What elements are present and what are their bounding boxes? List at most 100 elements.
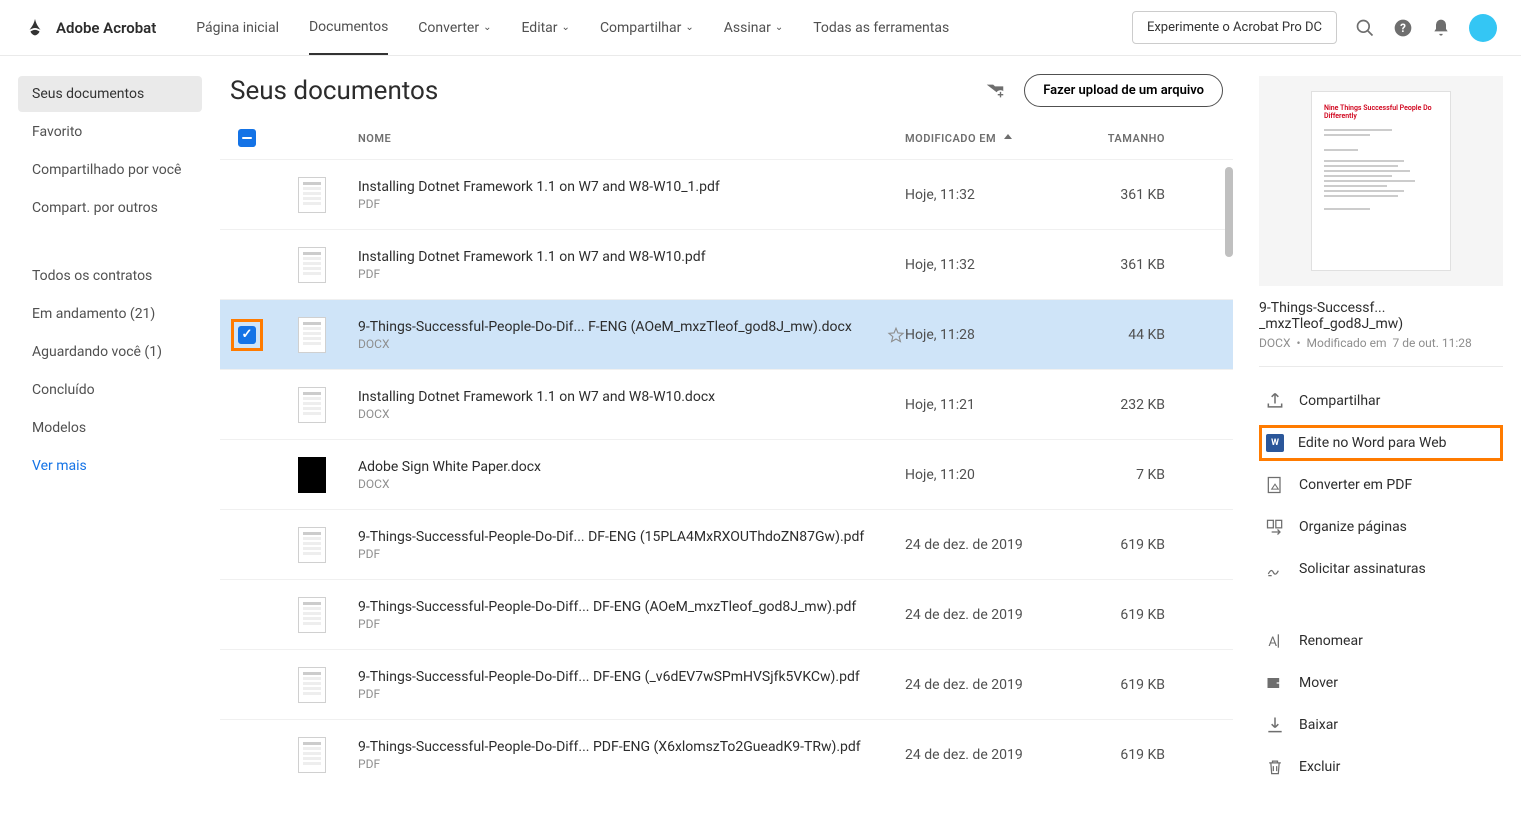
action-request-signatures[interactable]: Solicitar assinaturas — [1259, 551, 1503, 587]
action-delete[interactable]: Excluir — [1259, 749, 1503, 785]
pdf-icon — [1265, 475, 1285, 495]
svg-text:?: ? — [1400, 21, 1406, 35]
file-date: Hoje, 11:32 — [905, 187, 1105, 203]
file-name: 9-Things-Successful-People-Do-Dif... F-E… — [358, 319, 877, 335]
table-row[interactable]: 9-Things-Successful-People-Do-Dif... DF-… — [220, 509, 1233, 579]
table-row[interactable]: Installing Dotnet Framework 1.1 on W7 an… — [220, 159, 1233, 229]
file-ext: PDF — [358, 757, 905, 771]
file-size: 232 KB — [1105, 397, 1215, 413]
table-row[interactable]: 9-Things-Successful-People-Do-Diff... DF… — [220, 649, 1233, 719]
action-rename[interactable]: A Renomear — [1259, 623, 1503, 659]
file-size: 44 KB — [1105, 327, 1215, 343]
sidebar-completed[interactable]: Concluído — [18, 372, 202, 408]
sidebar-in-progress[interactable]: Em andamento (21) — [18, 296, 202, 332]
table-header: NOME MODIFICADO EM TAMANHO — [220, 119, 1233, 159]
file-size: 619 KB — [1105, 677, 1215, 693]
sidebar-shared-by-others[interactable]: Compart. por outros — [18, 190, 202, 226]
file-date: 24 de dez. de 2019 — [905, 537, 1105, 553]
topnav-right: Experimente o Acrobat Pro DC ? — [1132, 11, 1497, 44]
action-move[interactable]: Mover — [1259, 665, 1503, 701]
select-all-cell — [238, 129, 298, 147]
word-icon: W — [1266, 434, 1284, 452]
action-download[interactable]: Baixar — [1259, 707, 1503, 743]
file-name: Installing Dotnet Framework 1.1 on W7 an… — [358, 249, 905, 265]
file-name: Adobe Sign White Paper.docx — [358, 459, 905, 475]
file-ext: PDF — [358, 267, 905, 281]
brand-text: Adobe Acrobat — [56, 19, 156, 37]
action-share[interactable]: Compartilhar — [1259, 383, 1503, 419]
sidebar-templates[interactable]: Modelos — [18, 410, 202, 446]
action-convert-pdf[interactable]: Converter em PDF — [1259, 467, 1503, 503]
col-size[interactable]: TAMANHO — [1105, 132, 1215, 145]
nav-tabs: Página inicial Documentos Converter⌄ Edi… — [196, 1, 1132, 55]
action-edit-word[interactable]: W Edite no Word para Web — [1259, 425, 1503, 461]
preview-document: Nine Things Successful People Do Differe… — [1311, 91, 1451, 271]
nav-sign[interactable]: Assinar⌄ — [724, 1, 783, 55]
chevron-down-icon: ⌄ — [775, 22, 783, 33]
detail-panel: Nine Things Successful People Do Differe… — [1241, 56, 1521, 805]
page-title: Seus documentos — [230, 76, 438, 106]
table-rows: Installing Dotnet Framework 1.1 on W7 an… — [220, 159, 1233, 789]
nav-edit[interactable]: Editar⌄ — [521, 1, 569, 55]
col-modified[interactable]: MODIFICADO EM — [905, 132, 1105, 145]
star-icon[interactable] — [887, 326, 905, 344]
bell-icon[interactable] — [1431, 18, 1451, 38]
file-name: Installing Dotnet Framework 1.1 on W7 an… — [358, 389, 905, 405]
sidebar-see-more[interactable]: Ver mais — [18, 448, 202, 484]
trash-icon — [1265, 757, 1285, 777]
svg-text:A: A — [1268, 635, 1277, 650]
search-icon[interactable] — [1355, 18, 1375, 38]
file-thumbnail-icon — [298, 387, 326, 423]
sidebar-shared-by-you[interactable]: Compartilhado por você — [18, 152, 202, 188]
file-ext: PDF — [358, 547, 905, 561]
logo-section: Adobe Acrobat — [24, 17, 156, 39]
file-date: 24 de dez. de 2019 — [905, 607, 1105, 623]
chevron-down-icon: ⌄ — [562, 22, 570, 33]
nav-home[interactable]: Página inicial — [196, 1, 279, 55]
table-row[interactable]: Installing Dotnet Framework 1.1 on W7 an… — [220, 369, 1233, 439]
move-icon — [1265, 673, 1285, 693]
new-folder-icon[interactable] — [984, 80, 1006, 102]
main-content: Seus documentos Fazer upload de um arqui… — [220, 56, 1241, 805]
table-row[interactable]: Adobe Sign White Paper.docxDOCX Hoje, 11… — [220, 439, 1233, 509]
col-name[interactable]: NOME — [358, 132, 905, 145]
sidebar-all-contracts[interactable]: Todos os contratos — [18, 258, 202, 294]
file-size: 619 KB — [1105, 747, 1215, 763]
scrollbar[interactable] — [1225, 167, 1233, 257]
file-thumbnail-icon — [298, 527, 326, 563]
rename-icon: A — [1265, 631, 1285, 651]
table-row[interactable]: 9-Things-Successful-People-Do-Diff... DF… — [220, 579, 1233, 649]
table-row[interactable]: Installing Dotnet Framework 1.1 on W7 an… — [220, 229, 1233, 299]
detail-meta: DOCX • Modificado em 7 de out. 11:28 — [1259, 336, 1503, 350]
file-size: 7 KB — [1105, 467, 1215, 483]
action-list: Compartilhar W Edite no Word para Web Co… — [1259, 383, 1503, 785]
row-checkbox[interactable] — [238, 326, 256, 344]
file-thumbnail-icon — [298, 597, 326, 633]
table-row[interactable]: 9-Things-Successful-People-Do-Diff... PD… — [220, 719, 1233, 789]
sort-arrow-up-icon — [1002, 132, 1014, 144]
highlight-annotation — [231, 319, 263, 351]
file-ext: PDF — [358, 197, 905, 211]
file-name: 9-Things-Successful-People-Do-Dif... DF-… — [358, 529, 905, 545]
nav-convert[interactable]: Converter⌄ — [418, 1, 491, 55]
help-icon[interactable]: ? — [1393, 18, 1413, 38]
table-row[interactable]: 9-Things-Successful-People-Do-Dif... F-E… — [220, 299, 1233, 369]
nav-share[interactable]: Compartilhar⌄ — [600, 1, 694, 55]
action-organize[interactable]: Organize páginas — [1259, 509, 1503, 545]
file-preview[interactable]: Nine Things Successful People Do Differe… — [1259, 76, 1503, 286]
nav-all-tools[interactable]: Todas as ferramentas — [813, 1, 949, 55]
download-icon — [1265, 715, 1285, 735]
sidebar-favorite[interactable]: Favorito — [18, 114, 202, 150]
upload-button[interactable]: Fazer upload de um arquivo — [1024, 74, 1223, 107]
file-name: 9-Things-Successful-People-Do-Diff... DF… — [358, 669, 905, 685]
file-name: Installing Dotnet Framework 1.1 on W7 an… — [358, 179, 905, 195]
file-size: 619 KB — [1105, 537, 1215, 553]
select-all-checkbox[interactable] — [238, 129, 256, 147]
sidebar-awaiting-you[interactable]: Aguardando você (1) — [18, 334, 202, 370]
file-date: Hoje, 11:20 — [905, 467, 1105, 483]
sidebar-your-documents[interactable]: Seus documentos — [18, 76, 202, 112]
avatar[interactable] — [1469, 14, 1497, 42]
nav-documents[interactable]: Documentos — [309, 1, 388, 55]
promo-button[interactable]: Experimente o Acrobat Pro DC — [1132, 11, 1337, 44]
chevron-down-icon: ⌄ — [685, 22, 693, 33]
